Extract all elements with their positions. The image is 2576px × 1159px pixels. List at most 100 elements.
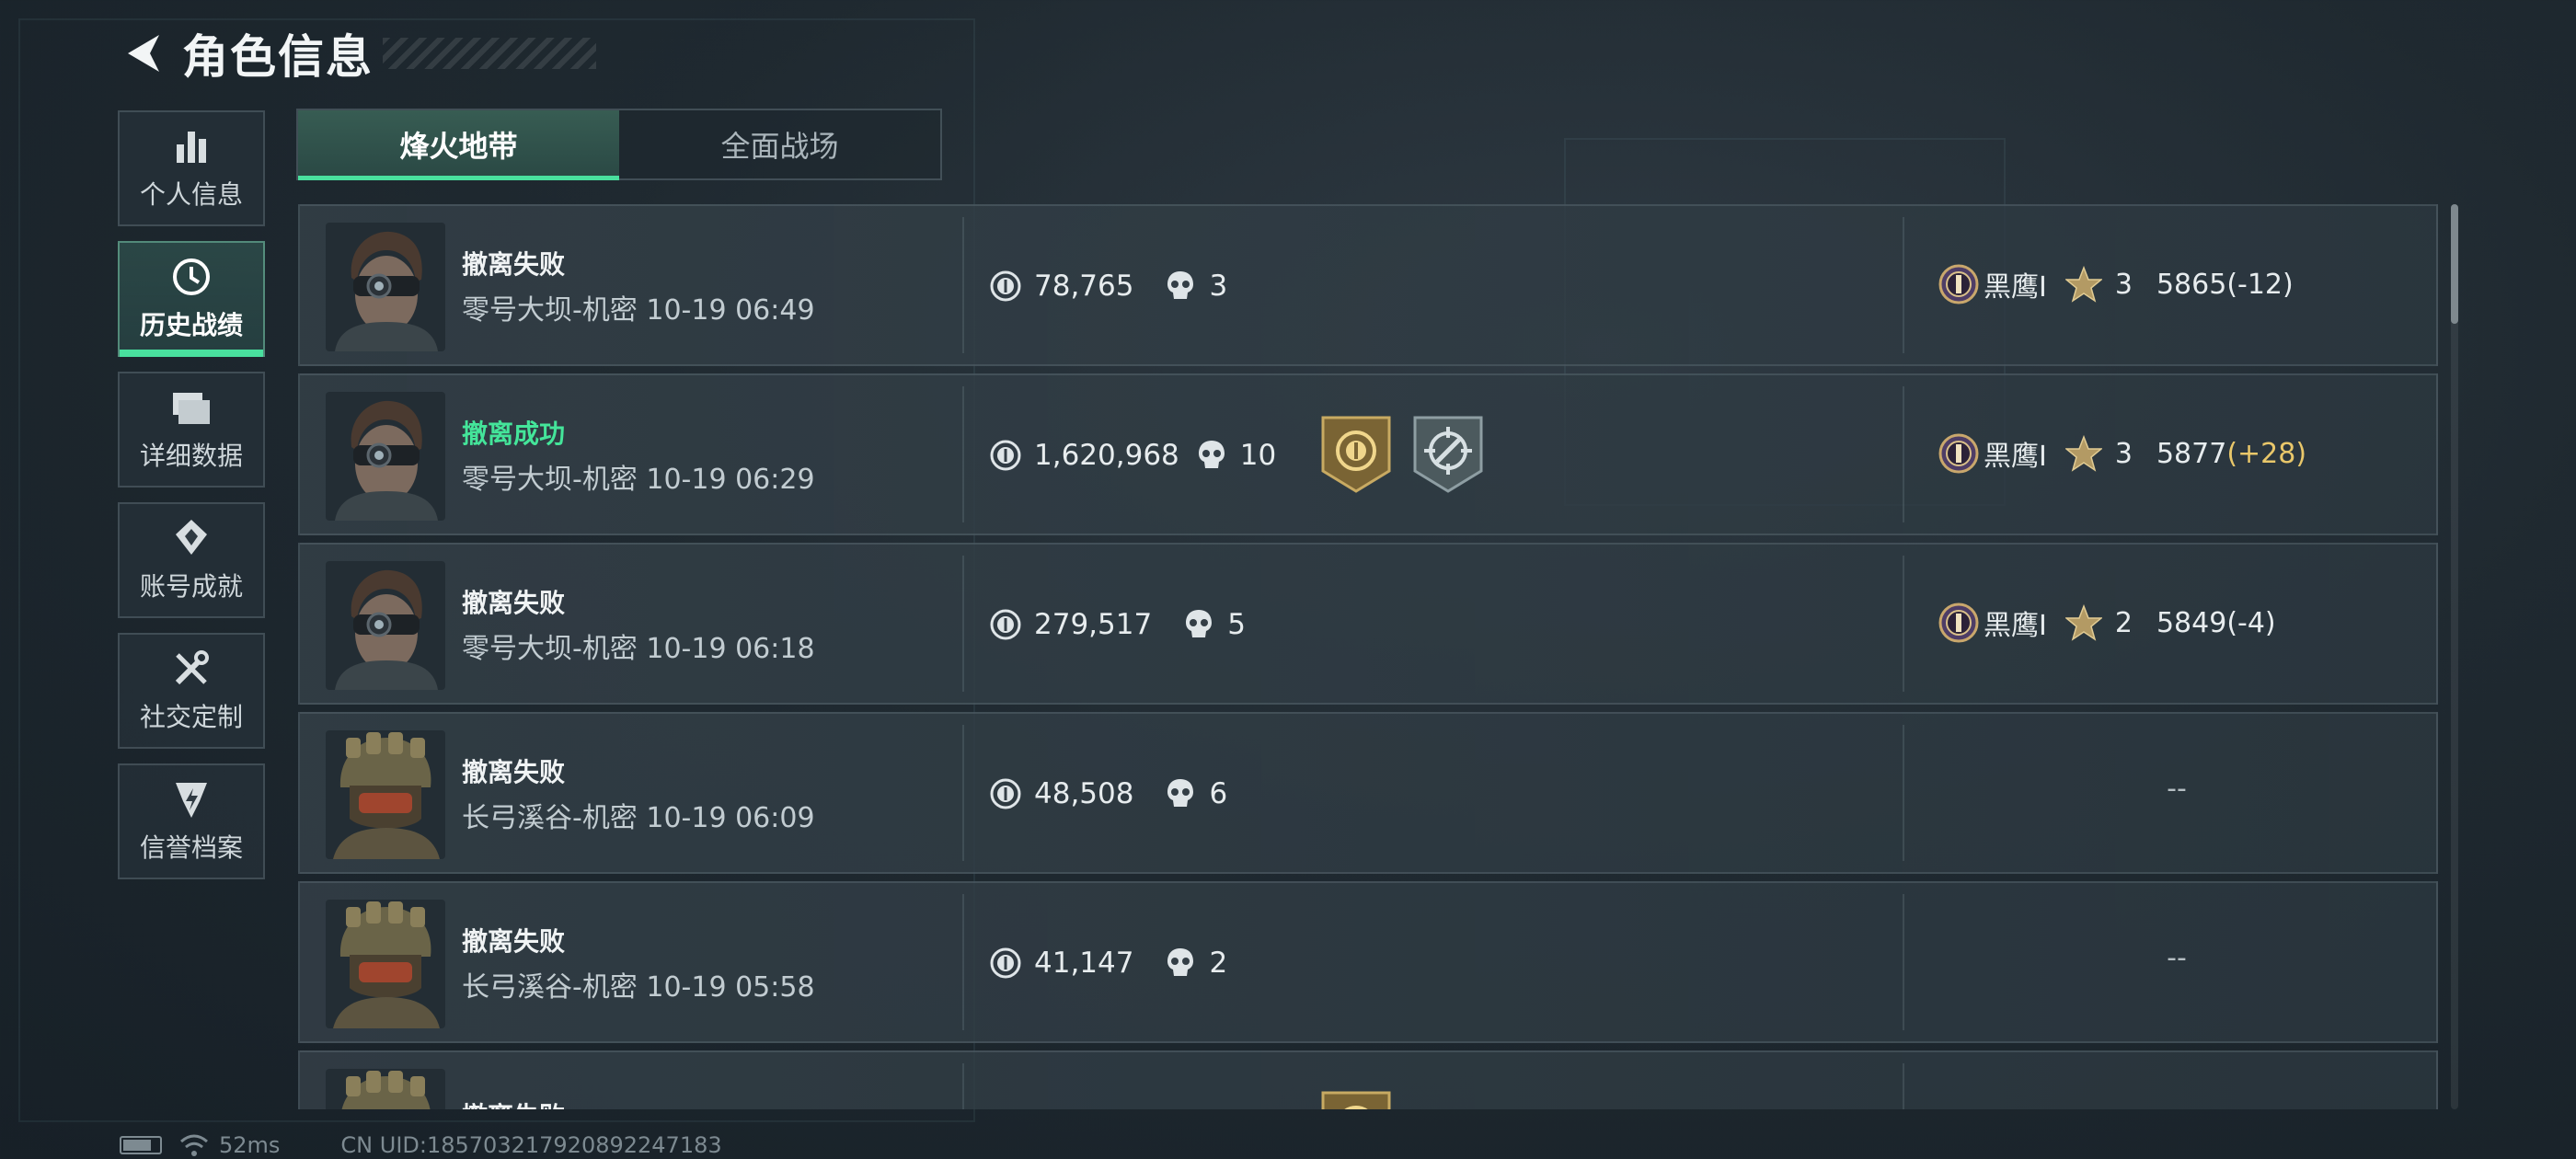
match-stats: 78,765 3 [990, 263, 1227, 309]
scrollbar-thumb[interactable] [2451, 204, 2458, 324]
score-delta: (-12) [2226, 268, 2294, 301]
star-count: 3 [2114, 268, 2133, 301]
sidebar-item-label: 账号成就 [139, 571, 243, 602]
rank-name: 黑鹰I [1984, 610, 2047, 642]
column-divider [962, 386, 964, 522]
operator-avatar [326, 900, 445, 1028]
match-row[interactable]: 撤离失败 长弓溪谷-机密 10-19 05:58 41,147 2 -- [298, 881, 2438, 1043]
sidebar-item-label: 信誉档案 [139, 832, 243, 863]
column-divider [962, 725, 964, 861]
match-row[interactable]: 撤离失败 [298, 1050, 2438, 1109]
skull-icon [1196, 439, 1227, 472]
sidebar-item-credit-record[interactable]: 信誉档案 [118, 763, 265, 879]
back-arrow-icon [128, 35, 159, 72]
column-divider [1903, 217, 1904, 353]
rank-score: 5865 [2156, 268, 2227, 301]
match-stats: 279,517 5 [990, 602, 1246, 648]
column-divider [962, 217, 964, 353]
sidebar-item-achievements[interactable]: 账号成就 [118, 502, 265, 618]
extraction-status: 撤离失败 [462, 1096, 565, 1109]
rank-name: 黑鹰I [1984, 441, 2047, 473]
operator-avatar [326, 223, 445, 351]
sidebar: 个人信息 历史战绩 详细数据 账号成就 社交定制 信誉档案 [118, 110, 265, 894]
extraction-status: 撤离失败 [462, 926, 566, 957]
coin-icon [990, 270, 1021, 302]
extracted-value: 41,147 [1034, 947, 1134, 980]
operator-avatar [326, 561, 445, 690]
match-row[interactable]: 撤离失败 长弓溪谷-机密 10-19 06:09 48,508 6 -- [298, 712, 2438, 874]
crosshair-badge-icon[interactable] [1411, 414, 1485, 495]
extracted-value: 48,508 [1034, 777, 1134, 810]
gold-coin-badge-icon[interactable] [1319, 414, 1393, 495]
status-footer: 52ms CN UID:185703217920892247183 [120, 1130, 722, 1159]
coin-icon [990, 947, 1021, 979]
rank-info: 黑鹰I 3 5877 (+28) [1938, 430, 2306, 476]
star-count: 3 [2114, 437, 2133, 470]
page-title: 角色信息 [182, 30, 374, 84]
coin-icon [990, 609, 1021, 640]
user-uid: CN UID:185703217920892247183 [340, 1132, 722, 1158]
rank-empty-placeholder: -- [2167, 773, 2187, 805]
rank-name: 黑鹰I [1984, 271, 2047, 304]
credit-icon [170, 778, 213, 820]
page-header: 角色信息 [118, 20, 596, 86]
column-divider [962, 894, 964, 1030]
score-delta: (+28) [2226, 437, 2307, 470]
match-row[interactable]: 撤离成功 零号大坝-机密 10-19 06:29 1,620,968 10 黑鹰… [298, 373, 2438, 535]
match-stats: 41,147 2 [990, 940, 1227, 986]
extracted-value: 1,620,968 [1034, 439, 1179, 472]
rank-score: 5849 [2156, 606, 2227, 639]
rank-emblem-icon [1938, 432, 1980, 475]
rank-empty-placeholder: -- [2167, 942, 2187, 974]
mode-tabs: 烽火地带 全面战场 [296, 109, 942, 180]
list-scrollbar[interactable] [2451, 204, 2458, 1109]
sidebar-item-detailed-data[interactable]: 详细数据 [118, 372, 265, 488]
tab-warfare[interactable]: 全面战场 [619, 110, 940, 178]
column-divider [1903, 894, 1904, 1030]
skull-icon [1165, 947, 1196, 980]
map-and-time: 零号大坝-机密 10-19 06:29 [462, 464, 815, 496]
star-icon [2065, 604, 2102, 641]
tab-operations[interactable]: 烽火地带 [298, 110, 619, 180]
back-button[interactable] [118, 28, 169, 79]
score-delta: (-4) [2226, 606, 2276, 639]
map-and-time: 长弓溪谷-机密 10-19 05:58 [462, 971, 815, 1004]
rank-info: 黑鹰I 3 5865 (-12) [1938, 261, 2294, 307]
column-divider [1903, 386, 1904, 522]
skull-icon [1165, 777, 1196, 810]
extraction-status: 撤离失败 [462, 757, 566, 787]
extraction-status: 撤离成功 [462, 419, 566, 449]
tools-icon [170, 648, 213, 690]
coin-icon [990, 440, 1021, 471]
ping-value: 52ms [219, 1132, 281, 1158]
kill-count: 6 [1209, 777, 1228, 810]
sidebar-item-personal-info[interactable]: 个人信息 [118, 110, 265, 226]
skull-icon [1183, 608, 1214, 641]
column-divider [962, 556, 964, 692]
operator-avatar [326, 730, 445, 859]
clock-history-icon [170, 256, 213, 298]
operator-avatar [326, 1069, 445, 1109]
rank-emblem-icon [1938, 263, 1980, 305]
star-icon [2065, 266, 2102, 303]
match-stats: 48,508 6 [990, 771, 1227, 817]
match-stats: 1,620,968 10 [990, 432, 1276, 478]
match-row[interactable]: 撤离失败 零号大坝-机密 10-19 06:49 78,765 3 黑鹰I 3 … [298, 204, 2438, 366]
operator-avatar [326, 392, 445, 521]
column-divider [962, 1063, 964, 1109]
kill-count: 10 [1239, 439, 1277, 472]
sidebar-item-label: 历史战绩 [139, 310, 243, 340]
map-and-time: 长弓溪谷-机密 10-19 06:09 [462, 802, 815, 834]
match-row[interactable]: 撤离失败 零号大坝-机密 10-19 06:18 279,517 5 黑鹰I 2… [298, 543, 2438, 705]
kill-count: 3 [1209, 270, 1228, 303]
title-decoration [383, 38, 596, 69]
sidebar-item-label: 个人信息 [139, 179, 243, 210]
coin-icon [990, 778, 1021, 809]
sidebar-item-match-history[interactable]: 历史战绩 [118, 241, 265, 357]
gold-coin-badge-icon[interactable] [1319, 1089, 1393, 1109]
sidebar-item-social-custom[interactable]: 社交定制 [118, 633, 265, 749]
rank-score: 5877 [2156, 437, 2227, 470]
rank-emblem-icon [1938, 602, 1980, 644]
sidebar-item-label: 社交定制 [139, 702, 243, 732]
skull-icon [1165, 270, 1196, 303]
